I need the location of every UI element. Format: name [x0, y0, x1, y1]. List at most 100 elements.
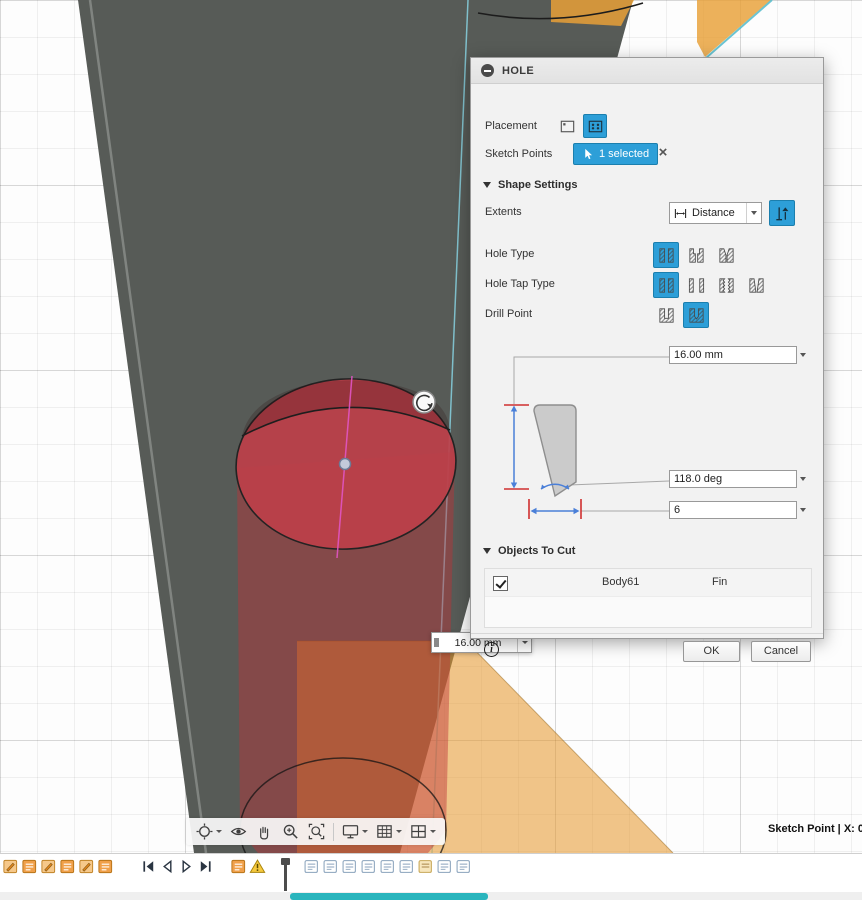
extents-caret	[746, 203, 761, 223]
drill-point-label: Drill Point	[485, 308, 533, 320]
pan-button[interactable]	[255, 822, 274, 841]
ok-button[interactable]: OK	[683, 641, 740, 662]
timeline-feature-outline-icon[interactable]	[379, 858, 396, 875]
timeline-feature-outline-icon[interactable]	[436, 858, 453, 875]
tap-clearance-button[interactable]	[683, 272, 709, 298]
tap-simple-button[interactable]	[653, 272, 679, 298]
timeline-feature-outline-icon[interactable]	[341, 858, 358, 875]
sketch-points-selected-button[interactable]: 1 selected	[573, 143, 659, 165]
zoom-button[interactable]	[281, 822, 300, 841]
sketch-points-label: Sketch Points	[485, 148, 553, 160]
timeline-warning-icon[interactable]	[249, 858, 266, 875]
display-settings-icon	[342, 825, 359, 839]
cursor-icon	[585, 148, 593, 159]
pan-icon	[260, 826, 269, 840]
clear-selection-icon[interactable]	[655, 143, 671, 163]
timeline-skip-start-icon[interactable]	[140, 858, 157, 875]
shape-settings-label: Shape Settings	[498, 179, 578, 191]
objects-to-cut-section[interactable]: Objects To Cut	[483, 542, 575, 560]
list-item[interactable]: Body61 Fin	[485, 569, 811, 597]
sketch-point[interactable]	[338, 457, 352, 471]
orange-body-top-b[interactable]	[697, 0, 771, 57]
hole-dialog: HOLE Placement Sketch Points 1 selected …	[470, 57, 824, 662]
hole-tap-type-label: Hole Tap Type	[485, 278, 555, 290]
timeline-feature-outline-icon[interactable]	[455, 858, 472, 875]
orbit-icon	[196, 823, 213, 840]
timeline-feature-gold-icon[interactable]	[417, 858, 434, 875]
timeline-bar	[0, 853, 862, 900]
tap-tapped-button[interactable]	[713, 272, 739, 298]
grid-display-button[interactable]	[375, 822, 402, 841]
extents-dropdown[interactable]: Distance	[669, 202, 762, 224]
component-name: Fin	[712, 576, 728, 588]
timeline-feature-icon[interactable]	[97, 858, 114, 875]
timeline-skip-end-icon[interactable]	[197, 858, 214, 875]
fusion-window: 16.00 mm Sketch Point | X: 0 HOLE Placem…	[0, 0, 862, 900]
hole-dialog-icon	[481, 64, 494, 77]
dropdown-caret	[521, 641, 528, 644]
display-settings-button[interactable]	[341, 822, 368, 841]
shape-settings-section[interactable]: Shape Settings	[483, 176, 577, 194]
flip-direction-button[interactable]	[769, 200, 795, 226]
timeline-feature-outline-icon[interactable]	[303, 858, 320, 875]
diameter-field-row	[669, 501, 806, 519]
timeline-feature-outline-icon[interactable]	[398, 858, 415, 875]
angle-input[interactable]	[669, 470, 797, 488]
timeline-position-marker[interactable]	[280, 858, 291, 892]
hole-countersink-button[interactable]	[713, 242, 739, 268]
drill-angle-button[interactable]	[683, 302, 709, 328]
timeline-sketch-icon[interactable]	[2, 858, 19, 875]
timeline-scroll-track[interactable]	[0, 892, 862, 900]
timeline-step-forward-icon[interactable]	[178, 858, 195, 875]
angle-field-row	[669, 470, 806, 488]
drill-flat-button[interactable]	[653, 302, 679, 328]
cancel-button[interactable]: Cancel	[751, 641, 811, 662]
collapse-arrow-icon	[483, 548, 491, 554]
dropdown-caret	[216, 830, 222, 833]
hole-counterbore-button[interactable]	[683, 242, 709, 268]
dropdown-caret	[396, 830, 402, 833]
timeline-feature-icon[interactable]	[21, 858, 38, 875]
sketch-points-count: 1 selected	[599, 148, 650, 160]
timeline-sketch-icon[interactable]	[78, 858, 95, 875]
hole-dialog-header[interactable]: HOLE	[471, 58, 823, 84]
placement-single-button[interactable]	[555, 114, 579, 138]
depth-dropdown-caret[interactable]	[800, 353, 806, 357]
objects-to-cut-label: Objects To Cut	[498, 545, 576, 557]
timeline-feature-outline-icon[interactable]	[322, 858, 339, 875]
timeline-feature-outline-icon[interactable]	[360, 858, 377, 875]
orbit-button[interactable]	[195, 822, 222, 841]
grid-display-icon	[377, 825, 392, 838]
timeline-feature-icon[interactable]	[59, 858, 76, 875]
placement-options	[555, 114, 607, 138]
hole-simple-button[interactable]	[653, 242, 679, 268]
status-text: Sketch Point | X: 0	[768, 823, 862, 835]
info-icon[interactable]	[484, 642, 499, 657]
viewports-icon	[411, 825, 426, 838]
depth-input[interactable]	[669, 346, 797, 364]
objects-checkbox[interactable]	[493, 576, 508, 591]
timeline-sketch-icon[interactable]	[40, 858, 57, 875]
viewports-button[interactable]	[409, 822, 436, 841]
drill-point-options	[653, 302, 709, 328]
navigation-toolbar	[186, 818, 445, 845]
flip-direction-icon	[775, 206, 788, 220]
navbar-separator	[333, 822, 334, 841]
timeline-scrollbar[interactable]	[290, 892, 488, 900]
move-manipulator-icon[interactable]	[412, 390, 436, 414]
timeline-feature-icon[interactable]	[230, 858, 247, 875]
dialog-title: HOLE	[502, 64, 535, 77]
dropdown-caret	[430, 830, 436, 833]
angle-dropdown-caret[interactable]	[800, 477, 806, 481]
orange-body-top-a[interactable]	[551, 0, 634, 26]
diameter-dropdown-caret[interactable]	[800, 508, 806, 512]
diameter-input[interactable]	[669, 501, 797, 519]
timeline-step-back-icon[interactable]	[159, 858, 176, 875]
placement-multiple-button[interactable]	[583, 114, 607, 138]
look-at-icon	[230, 827, 247, 836]
objects-to-cut-list: Body61 Fin	[484, 568, 812, 628]
tap-taper-tapped-button[interactable]	[743, 272, 769, 298]
hole-type-options	[653, 242, 739, 268]
look-at-button[interactable]	[229, 822, 248, 841]
fit-button[interactable]	[307, 822, 326, 841]
